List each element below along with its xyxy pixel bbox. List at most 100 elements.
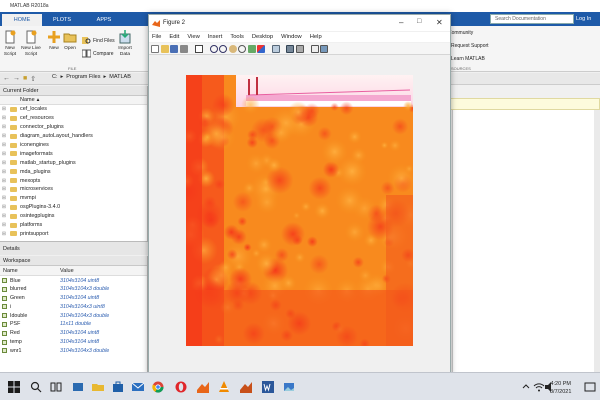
workspace-variable-row[interactable]: temp 3104x3104 uint8 xyxy=(0,338,147,347)
store-icon[interactable] xyxy=(112,381,124,393)
folder-list-item[interactable]: ⊞ diagram_autoLayout_handlers xyxy=(0,132,147,141)
import-data-button[interactable]: Import Data xyxy=(117,30,133,58)
insert-legend-icon[interactable] xyxy=(295,44,304,53)
notification-icon[interactable] xyxy=(584,381,596,393)
folder-list-item[interactable]: ⊞ mvmpi xyxy=(0,194,147,203)
zoom-out-icon[interactable] xyxy=(219,44,227,53)
expand-icon[interactable]: ⊞ xyxy=(0,178,8,184)
workspace-variable-row[interactable]: PSF 11x11 double xyxy=(0,320,147,329)
find-files-button[interactable]: Find Files xyxy=(82,36,115,45)
command-window-scrollbar[interactable] xyxy=(594,110,600,372)
insert-colorbar-icon[interactable] xyxy=(286,44,294,53)
edit-plot-icon[interactable] xyxy=(194,44,203,53)
folder-list-item[interactable]: ⊞ iconengines xyxy=(0,141,147,150)
open-file-icon[interactable] xyxy=(160,44,169,53)
hide-plot-tools-icon[interactable] xyxy=(310,44,319,53)
details-panel-header[interactable]: Details xyxy=(0,241,148,255)
folder-list-item[interactable]: ⊞ microservices xyxy=(0,185,147,194)
up-folder-icon[interactable]: ⇧ xyxy=(30,75,36,83)
opera-icon[interactable] xyxy=(175,381,187,393)
expand-icon[interactable]: ⊞ xyxy=(0,151,8,157)
expand-icon[interactable]: ⊞ xyxy=(0,195,8,201)
menu-insert[interactable]: Insert xyxy=(208,34,223,40)
new-script-button[interactable]: New Script xyxy=(3,30,17,58)
search-icon[interactable] xyxy=(30,381,42,393)
menu-desktop[interactable]: Desktop xyxy=(252,34,273,40)
brush-icon[interactable] xyxy=(257,44,265,53)
folder-list-item[interactable]: ⊞ osgPlugins-3.4.0 xyxy=(0,203,147,212)
menu-view[interactable]: View xyxy=(187,34,199,40)
workspace-variable-row[interactable]: Blue 3104x3104 uint8 xyxy=(0,276,147,285)
tab-apps[interactable]: APPS xyxy=(84,14,124,26)
word-icon[interactable] xyxy=(262,381,274,393)
menu-file[interactable]: File xyxy=(152,34,161,40)
print-icon[interactable] xyxy=(179,44,188,53)
photos-icon[interactable] xyxy=(283,381,295,393)
taskbar-clock[interactable]: 4:20 PM 8/7/2021 xyxy=(550,380,571,396)
new-live-script-button[interactable]: New Live Script xyxy=(20,30,42,58)
command-window[interactable] xyxy=(452,110,600,372)
expand-icon[interactable]: ⊞ xyxy=(0,222,8,228)
expand-icon[interactable]: ⊞ xyxy=(0,160,8,166)
workspace-variable-row[interactable]: Green 3104x3104 uint8 xyxy=(0,294,147,303)
back-arrow-icon[interactable]: ← xyxy=(3,75,10,82)
maximize-icon[interactable]: □ xyxy=(417,18,421,25)
address-path[interactable]: C: ▸ Program Files ▸ MATLAB xyxy=(52,74,131,80)
login-button[interactable]: Log In xyxy=(576,14,598,24)
folder-list-item[interactable]: ⊞ imageformats xyxy=(0,149,147,158)
windows-start-icon[interactable] xyxy=(8,381,20,393)
compare-button[interactable]: Compare xyxy=(82,49,114,58)
folder-list-item[interactable]: ⊞ mda_plugins xyxy=(0,167,147,176)
new-figure-icon[interactable] xyxy=(151,44,159,53)
menu-help[interactable]: Help xyxy=(310,34,322,40)
rotate-3d-icon[interactable] xyxy=(238,44,246,53)
open-button[interactable]: Open xyxy=(63,30,77,52)
show-plot-tools-icon[interactable] xyxy=(320,44,328,53)
folder-list-item[interactable]: ⊞ printsupport xyxy=(0,229,147,238)
task-view-icon[interactable] xyxy=(50,381,62,393)
close-icon[interactable]: ✕ xyxy=(436,18,443,27)
menu-window[interactable]: Window xyxy=(281,34,302,40)
minimize-icon[interactable]: – xyxy=(399,18,403,27)
expand-icon[interactable]: ⊞ xyxy=(0,133,8,139)
file-explorer-icon[interactable] xyxy=(92,381,104,393)
figure-canvas[interactable] xyxy=(149,56,450,375)
vlc-icon[interactable] xyxy=(218,381,230,393)
workspace-variable-row[interactable]: wnr1 3104x3104x3 double xyxy=(0,346,147,355)
expand-icon[interactable]: ⊞ xyxy=(0,106,8,112)
folder-list-item[interactable]: ⊞ connector_plugins xyxy=(0,123,147,132)
folder-list-item[interactable]: ⊞ cef_locales xyxy=(0,105,147,114)
matlab-taskbar-icon[interactable] xyxy=(197,381,209,393)
current-folder-column-name[interactable]: Name ▴ xyxy=(0,96,147,105)
tab-plots[interactable]: PLOTS xyxy=(42,14,82,26)
workspace-col-name[interactable]: Name xyxy=(3,268,18,274)
workspace-col-value[interactable]: Value xyxy=(60,268,74,274)
mail-icon[interactable] xyxy=(132,381,144,393)
menu-edit[interactable]: Edit xyxy=(169,34,179,40)
expand-icon[interactable]: ⊞ xyxy=(0,186,8,192)
folder-list-item[interactable]: ⊞ platforms xyxy=(0,221,147,230)
zoom-in-icon[interactable] xyxy=(209,44,218,53)
tab-home[interactable]: HOME xyxy=(2,14,42,26)
workspace-variable-row[interactable]: Red 3104x3104 uint8 xyxy=(0,329,147,338)
workspace-variable-row[interactable]: i 3104x3104x3 uint8 xyxy=(0,302,147,311)
link-plot-icon[interactable] xyxy=(272,44,280,53)
expand-icon[interactable]: ⊞ xyxy=(0,115,8,121)
request-support-link[interactable]: Request Support xyxy=(451,43,489,49)
figure-titlebar[interactable]: Figure 2 – □ ✕ xyxy=(149,15,450,31)
workspace-variable-row[interactable]: Idouble 3104x3104x3 double xyxy=(0,311,147,320)
matlab-window-icon[interactable] xyxy=(240,381,252,393)
folder-list-item[interactable]: ⊞ mexopts xyxy=(0,176,147,185)
browse-folder-icon[interactable]: ■ xyxy=(23,75,27,82)
forward-arrow-icon[interactable]: → xyxy=(13,75,20,82)
chrome-icon[interactable] xyxy=(152,381,164,393)
folder-list-item[interactable]: ⊞ osintegplugins xyxy=(0,212,147,221)
taskbar-app-icon[interactable] xyxy=(72,381,84,393)
workspace-variable-row[interactable]: blurred 3104x3104x3 double xyxy=(0,285,147,294)
pan-icon[interactable] xyxy=(228,44,237,53)
expand-icon[interactable]: ⊞ xyxy=(0,142,8,148)
save-icon[interactable] xyxy=(170,44,178,53)
community-link[interactable]: Community xyxy=(448,30,473,36)
show-hidden-icons[interactable] xyxy=(520,381,532,393)
learn-matlab-link[interactable]: Learn MATLAB xyxy=(451,56,485,62)
